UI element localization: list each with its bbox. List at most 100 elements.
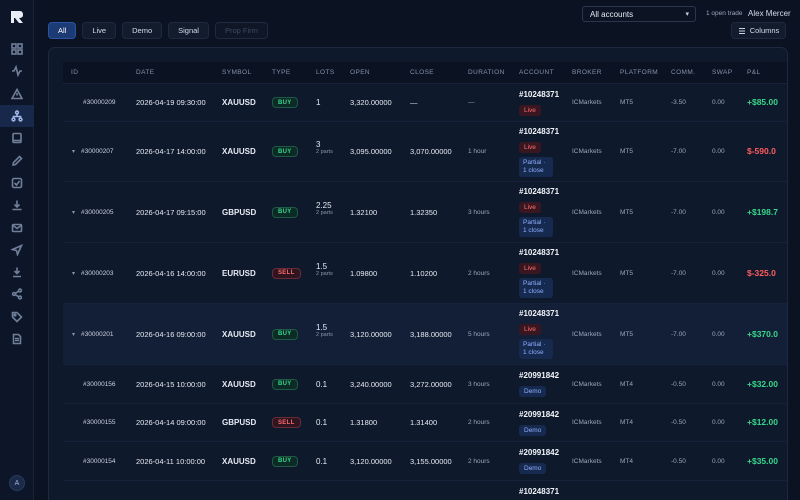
trade-open-price: 3,240.00000 [350, 379, 392, 389]
sidebar-item-tag[interactable] [0, 306, 34, 328]
table-row[interactable]: ▾ #30000201 2026-04-16 09:00:00 XAUUSD BUY 1.… [63, 304, 787, 365]
sidebar-item-share[interactable] [0, 283, 34, 305]
trade-platform: MT4 [620, 457, 633, 465]
col-open[interactable]: OPEN [350, 69, 370, 76]
account-number[interactable]: #20991842 [519, 371, 559, 380]
sidebar-item-document[interactable] [0, 328, 34, 350]
table-header: ID DATE SYMBOL TYPE LOTS OPEN CLOSE DURA… [63, 62, 787, 84]
sidebar-item-import[interactable] [0, 261, 34, 283]
account-number[interactable]: #10248371 [519, 90, 559, 99]
col-lots[interactable]: LOTS [316, 69, 335, 76]
sidebar-item-mail[interactable] [0, 216, 34, 238]
table-row[interactable]: ▾ #30000203 2026-04-16 14:00:00 EURUSD SELL 1… [63, 243, 787, 304]
trade-duration: 2 hours [468, 419, 490, 426]
account-number[interactable]: #10248371 [519, 487, 559, 496]
partial-close-badge[interactable]: Partial · 1 close [519, 157, 553, 177]
partial-close-badge[interactable]: Partial · 1 close [519, 278, 553, 298]
col-id[interactable]: ID [71, 69, 78, 76]
account-number[interactable]: #10248371 [519, 309, 559, 318]
col-account[interactable]: ACCOUNT [519, 69, 554, 76]
expand-caret-icon[interactable]: ▾ [72, 209, 75, 216]
sidebar-item-send[interactable] [0, 239, 34, 261]
avatar[interactable]: A [9, 475, 25, 491]
col-comm[interactable]: COMM. [671, 69, 695, 76]
partial-close-badge[interactable]: Partial · 1 close [519, 339, 553, 359]
account-number[interactable]: #10248371 [519, 248, 559, 257]
send-icon [11, 243, 23, 256]
trade-symbol[interactable]: EURUSD [222, 269, 256, 278]
expand-caret-icon[interactable]: ▾ [72, 148, 75, 155]
trade-date: 2026-04-16 09:00:00 [136, 329, 206, 339]
filter-demo[interactable]: Demo [122, 22, 163, 39]
account-number[interactable]: #10248371 [519, 127, 559, 136]
trade-id: #30000154 [83, 457, 116, 465]
filter-live[interactable]: Live [82, 22, 117, 39]
account-select[interactable]: All accounts ▾ [582, 6, 696, 22]
trade-account: #10248371 Live Partial · 1 close [519, 127, 559, 177]
sidebar: A [0, 0, 34, 500]
trade-swap: 0.00 [712, 330, 725, 338]
open-trade-count[interactable]: 1 open trade [706, 10, 743, 17]
filter-tabs: All Live Demo Signal Prop Firm [48, 22, 268, 39]
table-row[interactable]: #10248371 [63, 481, 787, 500]
filter-signal[interactable]: Signal [168, 22, 209, 39]
expand-caret-icon[interactable]: ▾ [72, 331, 75, 338]
sidebar-item-grid[interactable] [0, 38, 34, 60]
trade-symbol[interactable]: XAUUSD [222, 330, 256, 339]
columns-button[interactable]: Columns [731, 22, 786, 39]
sidebar-item-checkbox[interactable] [0, 172, 34, 194]
trade-symbol[interactable]: GBPUSD [222, 208, 256, 217]
col-date[interactable]: DATE [136, 69, 154, 76]
table-row[interactable]: #30000209 2026-04-19 09:30:00 XAUUSD BUY 1 3,… [63, 84, 787, 122]
app-logo[interactable] [9, 9, 25, 25]
trade-account: #10248371 Live [519, 90, 559, 117]
account-number[interactable]: #10248371 [519, 187, 559, 196]
col-close[interactable]: CLOSE [410, 69, 434, 76]
trade-open-price: 1.31800 [350, 418, 378, 427]
trade-symbol[interactable]: XAUUSD [222, 380, 256, 389]
trade-symbol[interactable]: XAUUSD [222, 98, 256, 107]
account-number[interactable]: #20991842 [519, 448, 559, 457]
document-icon [12, 333, 22, 345]
filter-prop-firm[interactable]: Prop Firm [214, 22, 268, 39]
trade-symbol[interactable]: XAUUSD [222, 457, 256, 466]
sidebar-item-activity[interactable] [0, 60, 34, 82]
trade-open-price: 3,120.00000 [350, 456, 392, 466]
trade-date: 2026-04-16 14:00:00 [136, 268, 206, 278]
trade-symbol[interactable]: XAUUSD [222, 147, 256, 156]
sidebar-item-tree[interactable] [0, 104, 34, 128]
trade-swap: 0.00 [712, 419, 725, 426]
col-duration[interactable]: DURATION [468, 69, 505, 76]
table-row[interactable]: #30000154 2026-04-11 10:00:00 XAUUSD BUY 0.1… [63, 442, 787, 481]
col-pnl[interactable]: P&L [747, 69, 761, 76]
user-name[interactable]: Alex Mercer [748, 9, 791, 18]
col-broker[interactable]: BROKER [572, 69, 602, 76]
trade-type-badge: SELL [272, 417, 301, 428]
trade-open-price: 3,320.00000 [350, 98, 392, 107]
trade-commission: -0.50 [671, 380, 686, 388]
col-swap[interactable]: SWAP [712, 69, 733, 76]
trade-symbol[interactable]: GBPUSD [222, 418, 256, 427]
trade-account: #10248371 Live Partial · 1 close [519, 309, 559, 359]
trade-pnl: +$85.00 [747, 97, 778, 107]
filter-all[interactable]: All [48, 22, 77, 39]
table-row[interactable]: #30000156 2026-04-15 10:00:00 XAUUSD BUY 0.1… [63, 365, 787, 404]
trade-platform: MT4 [620, 419, 633, 426]
col-platform[interactable]: PLATFORM [620, 69, 658, 76]
sidebar-item-book[interactable] [0, 127, 34, 149]
sidebar-item-alert[interactable] [0, 83, 34, 105]
account-number[interactable]: #20991842 [519, 410, 559, 419]
table-row[interactable]: #30000155 2026-04-14 09:00:00 GBPUSD SELL 0.… [63, 404, 787, 442]
trade-date: 2026-04-14 09:00:00 [136, 418, 206, 427]
col-symbol[interactable]: SYMBOL [222, 69, 252, 76]
trade-account: #10248371 Live Partial · 1 close [519, 248, 559, 298]
col-type[interactable]: TYPE [272, 69, 291, 76]
partial-close-badge[interactable]: Partial · 1 close [519, 217, 553, 237]
expand-caret-icon[interactable]: ▾ [72, 270, 75, 277]
trade-id: #30000201 [81, 330, 114, 338]
table-row[interactable]: ▾ #30000205 2026-04-17 09:15:00 GBPUSD BUY 2.… [63, 182, 787, 243]
trade-open-price: 1.32100 [350, 207, 378, 217]
sidebar-item-pen[interactable] [0, 149, 34, 171]
sidebar-item-download[interactable] [0, 194, 34, 216]
table-row[interactable]: ▾ #30000207 2026-04-17 14:00:00 XAUUSD BUY 3 2… [63, 122, 787, 182]
